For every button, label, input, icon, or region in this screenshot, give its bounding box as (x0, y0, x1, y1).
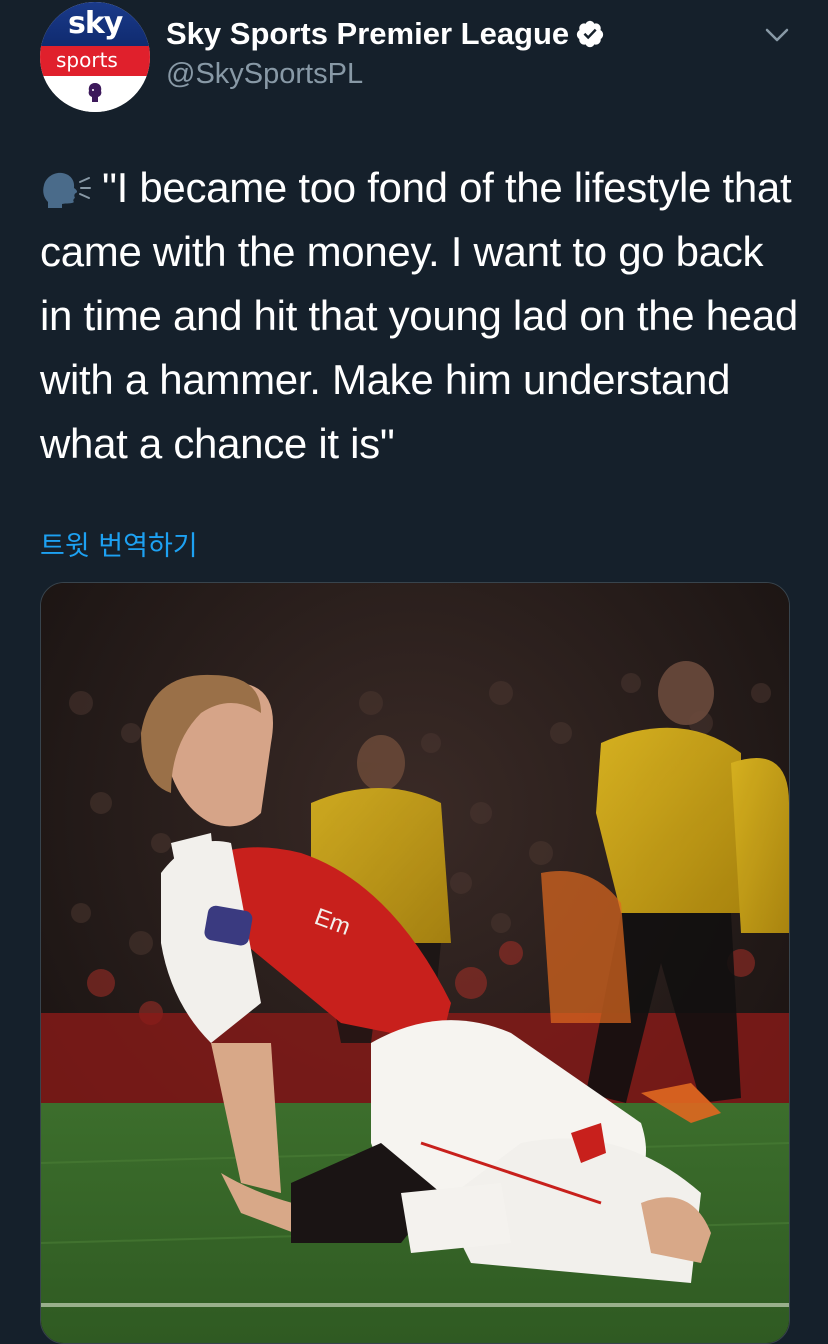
tweet[interactable]: sky sports Sky Sports Premier League @Sk… (0, 0, 828, 1344)
tweet-text-body: "I became too fond of the lifestyle that… (40, 164, 798, 467)
translate-tweet-link[interactable]: 트윗 번역하기 (40, 524, 198, 563)
speaking-head-icon (43, 172, 91, 208)
verified-badge-icon (577, 20, 604, 48)
tweet-photo[interactable]: Em (40, 582, 790, 1344)
avatar-logo-subtext: sports (56, 48, 118, 72)
display-name-row[interactable]: Sky Sports Premier League (166, 16, 605, 52)
premier-league-lion-icon (88, 83, 102, 102)
photo-footballer-kneeling: Em (41, 583, 789, 1343)
handle[interactable]: @SkySportsPL (166, 58, 363, 91)
avatar[interactable]: sky sports (40, 2, 150, 112)
avatar-logo-text: sky (68, 6, 123, 41)
chevron-down-icon[interactable] (764, 22, 790, 48)
tweet-text: "I became too fond of the lifestyle that… (40, 156, 800, 476)
display-name[interactable]: Sky Sports Premier League (166, 16, 569, 52)
